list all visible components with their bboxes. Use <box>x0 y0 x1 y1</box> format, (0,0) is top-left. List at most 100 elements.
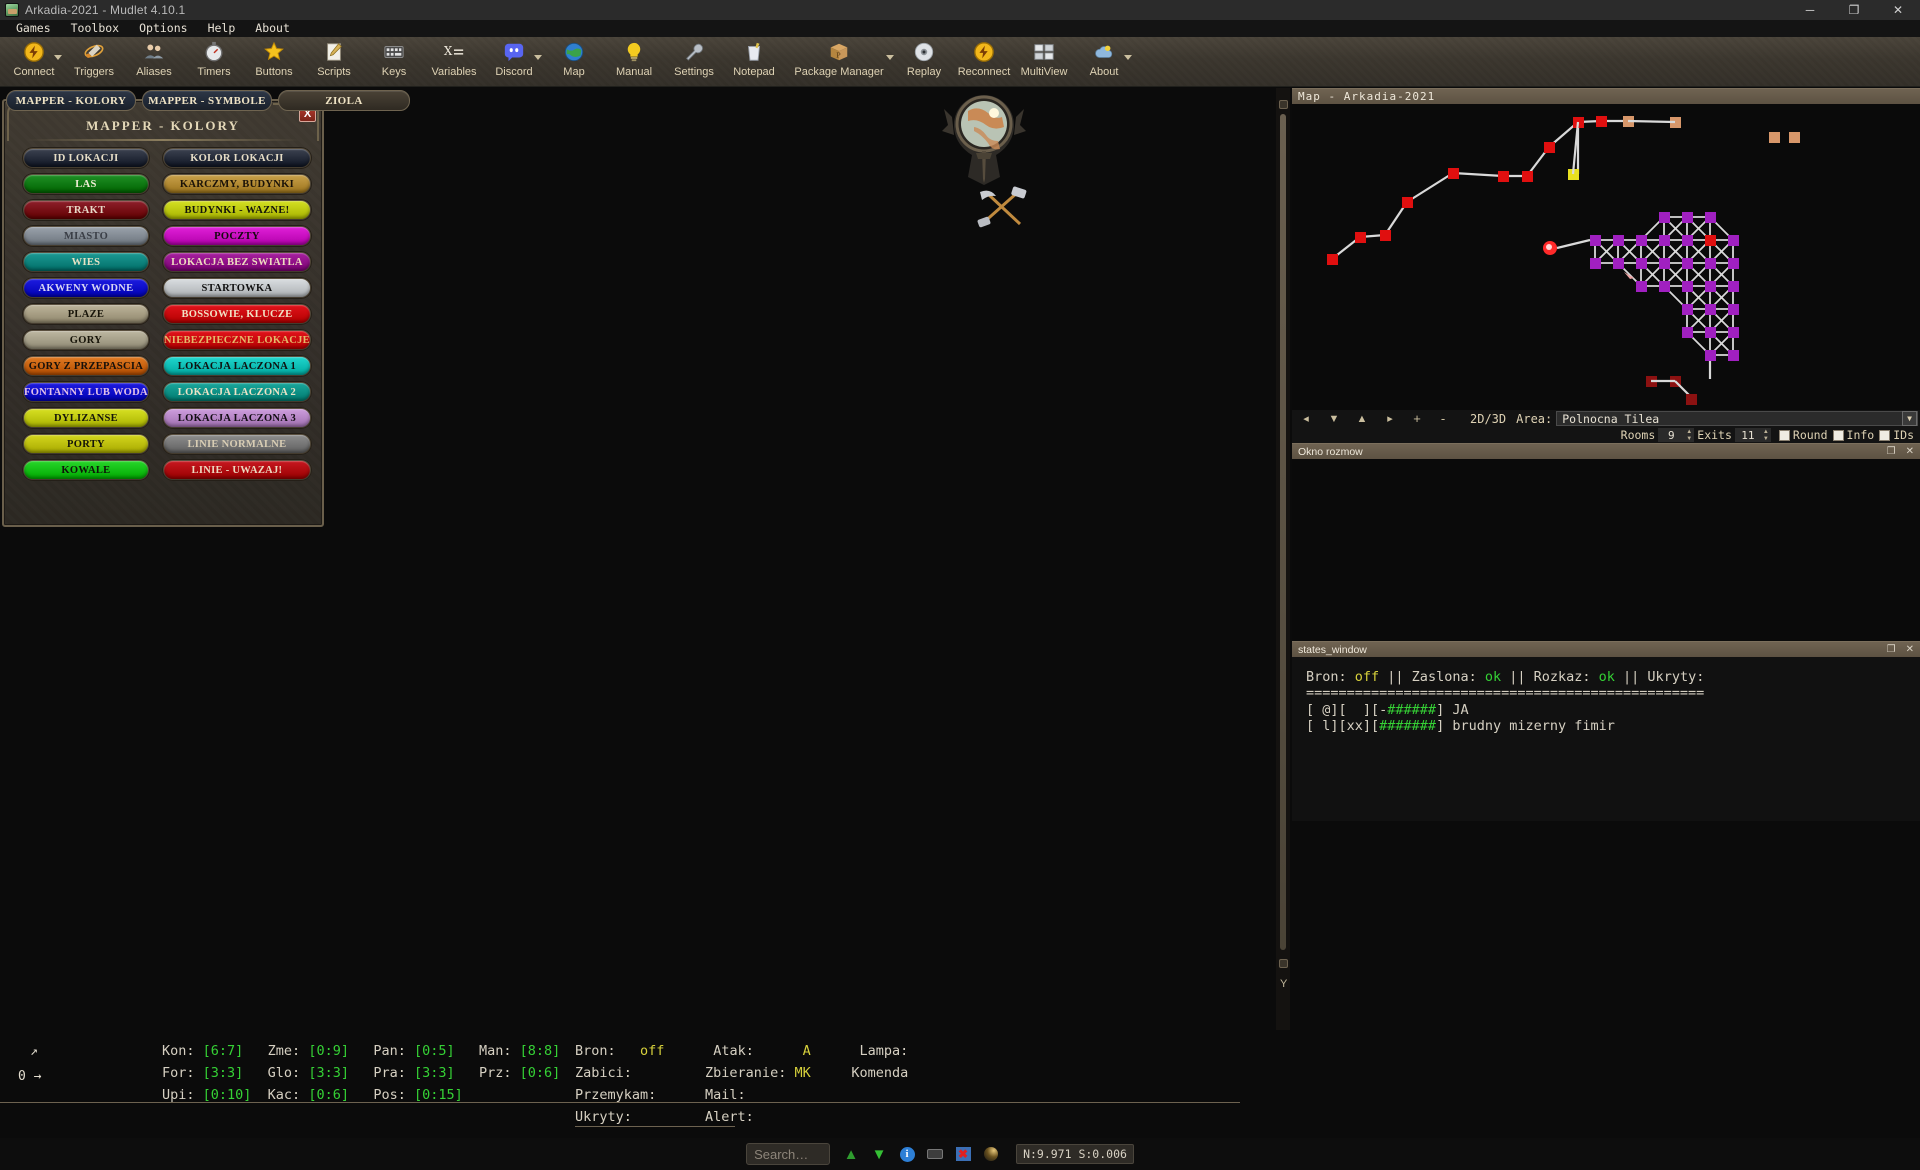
menu-item-games[interactable]: Games <box>6 20 61 37</box>
spinner-arrows[interactable]: ▲ ▼ <box>1684 428 1694 442</box>
map-room[interactable] <box>1682 212 1693 223</box>
mapper-button-akweny-wodne[interactable]: AKWENY WODNE <box>24 279 148 297</box>
map-room[interactable] <box>1728 304 1739 315</box>
mapper-button-miasto[interactable]: MIASTO <box>24 227 148 245</box>
map-right-arrow[interactable]: ▸ <box>1376 412 1404 425</box>
map-room[interactable] <box>1327 254 1338 265</box>
map-room[interactable] <box>1659 235 1670 246</box>
mapper-button-kolor-lokacji[interactable]: KOLOR LOKACJI <box>163 149 310 167</box>
splitter-bar[interactable] <box>1280 114 1286 950</box>
map-room[interactable] <box>1380 230 1391 241</box>
map-room[interactable] <box>1498 171 1509 182</box>
spinner-arrows[interactable]: ▲ ▼ <box>1761 428 1771 442</box>
map-round-checkbox[interactable] <box>1778 429 1790 441</box>
map-room[interactable] <box>1659 281 1670 292</box>
map-room[interactable] <box>1590 235 1601 246</box>
map-room[interactable] <box>1682 327 1693 338</box>
toolbar-button-reconnect[interactable]: Reconnect <box>954 37 1014 87</box>
map-zoom-in-button[interactable]: + <box>1404 411 1430 426</box>
mapper-button-karczmy-budynki[interactable]: KARCZMY, BUDYNKI <box>163 175 310 193</box>
map-up-arrow[interactable]: ▲ <box>1348 413 1376 425</box>
map-room[interactable] <box>1705 327 1716 338</box>
mapper-button-trakt[interactable]: TRAKT <box>24 201 148 219</box>
toolbar-button-discord[interactable]: Discord <box>484 37 544 87</box>
toolbar-button-keys[interactable]: Keys <box>364 37 424 87</box>
search-down-icon[interactable]: ▼ <box>868 1144 890 1164</box>
map-room[interactable] <box>1728 258 1739 269</box>
map-canvas[interactable] <box>1292 104 1920 410</box>
map-ids-checkbox[interactable] <box>1879 429 1891 441</box>
map-down-arrow[interactable]: ▼ <box>1320 413 1348 425</box>
map-room[interactable] <box>1544 142 1555 153</box>
info-icon[interactable]: i <box>896 1144 918 1164</box>
chevron-down-icon[interactable] <box>534 55 542 60</box>
menu-item-help[interactable]: Help <box>198 20 246 37</box>
map-room[interactable] <box>1682 304 1693 315</box>
map-room[interactable] <box>1705 235 1716 246</box>
map-room[interactable] <box>1728 350 1739 361</box>
close-map-icon[interactable]: ✖ <box>952 1144 974 1164</box>
mapper-button-bossowie-klucze[interactable]: BOSSOWIE, KLUCZE <box>163 305 310 323</box>
toolbar-button-scripts[interactable]: Scripts <box>304 37 364 87</box>
map-room[interactable] <box>1355 232 1366 243</box>
close-icon[interactable]: ✕ <box>1906 644 1914 655</box>
mapper-button-wies[interactable]: WIES <box>24 253 148 271</box>
minimize-button[interactable]: ─ <box>1788 0 1832 20</box>
mapper-button-lokacja-laczona-3[interactable]: LOKACJA LACZONA 3 <box>163 409 310 427</box>
toolbar-button-variables[interactable]: X Variables <box>424 37 484 87</box>
search-input[interactable]: Search… <box>746 1143 831 1165</box>
mapper-tab-mapper-kolory[interactable]: MAPPER - KOLORY <box>6 90 136 111</box>
map-room[interactable] <box>1659 258 1670 269</box>
mapper-button-budynki-wazne[interactable]: BUDYNKI - WAZNE! <box>163 201 310 219</box>
mapper-button-startowka[interactable]: STARTOWKA <box>163 279 310 297</box>
map-exits-spinner[interactable]: 11 ▲ ▼ <box>1734 428 1771 442</box>
map-room[interactable] <box>1728 327 1739 338</box>
map-room[interactable] <box>1636 235 1647 246</box>
map-room[interactable] <box>1682 258 1693 269</box>
main-console[interactable] <box>326 88 1300 1030</box>
mapper-button-fontanny-lub-woda[interactable]: FONTANNY LUB WODA <box>24 383 148 401</box>
splitter-knob-top[interactable] <box>1279 100 1288 109</box>
mapper-button-dylizanse[interactable]: DYLIZANSE <box>24 409 148 427</box>
toolbar-button-about[interactable]: About <box>1074 37 1134 87</box>
map-room[interactable] <box>1613 258 1624 269</box>
toolbar-button-connect[interactable]: Connect <box>4 37 64 87</box>
mapper-button-id-lokacji[interactable]: ID LOKACJI <box>24 149 148 167</box>
toolbar-button-package-manager[interactable]: P Package Manager <box>784 37 894 87</box>
mapper-button-lokacja-laczona-1[interactable]: LOKACJA LACZONA 1 <box>163 357 310 375</box>
mapper-button-gory[interactable]: GORY <box>24 331 148 349</box>
mapper-button-las[interactable]: LAS <box>24 175 148 193</box>
dim-icon[interactable] <box>980 1144 1002 1164</box>
toolbar-button-triggers[interactable]: Triggers <box>64 37 124 87</box>
toolbar-button-settings[interactable]: Settings <box>664 37 724 87</box>
toolbar-button-aliases[interactable]: Aliases <box>124 37 184 87</box>
mapper-button-linie-uwazaj[interactable]: LINIE - UWAZAJ! <box>163 461 310 479</box>
map-room[interactable] <box>1789 132 1800 143</box>
chat-body[interactable] <box>1292 459 1920 641</box>
mapper-button-porty[interactable]: PORTY <box>24 435 148 453</box>
mapper-tab-mapper-symbole[interactable]: MAPPER - SYMBOLE <box>142 90 272 111</box>
map-room[interactable] <box>1705 212 1716 223</box>
mapper-button-lokacja-bez-swiatla[interactable]: LOKACJA BEZ SWIATLA <box>163 253 310 271</box>
mapper-button-plaze[interactable]: PLAZE <box>24 305 148 323</box>
chevron-down-icon[interactable] <box>1124 55 1132 60</box>
map-info-checkbox[interactable] <box>1832 429 1844 441</box>
map-graph[interactable] <box>1292 104 1920 410</box>
maximize-button[interactable]: ❐ <box>1832 0 1876 20</box>
map-room[interactable] <box>1705 281 1716 292</box>
toolbar-button-notepad[interactable]: Notepad <box>724 37 784 87</box>
map-area-select[interactable]: Polnocna Tilea ▼ <box>1556 411 1918 426</box>
mapper-button-poczty[interactable]: POCZTY <box>163 227 310 245</box>
map-room[interactable] <box>1705 304 1716 315</box>
map-zoom-out-button[interactable]: - <box>1430 411 1456 426</box>
map-room[interactable] <box>1686 394 1697 405</box>
mapper-button-linie-normalne[interactable]: LINIE NORMALNE <box>163 435 310 453</box>
mapper-button-gory-z-przepascia[interactable]: GORY Z PRZEPASCIA <box>24 357 148 375</box>
map-room[interactable] <box>1613 235 1624 246</box>
splitter-knob-bottom[interactable] <box>1279 959 1288 968</box>
mapper-button-lokacja-laczona-2[interactable]: LOKACJA LACZONA 2 <box>163 383 310 401</box>
toolbar-button-timers[interactable]: Timers <box>184 37 244 87</box>
keyboard-icon[interactable] <box>924 1144 946 1164</box>
search-up-icon[interactable]: ▲ <box>840 1144 862 1164</box>
map-room[interactable] <box>1448 168 1459 179</box>
